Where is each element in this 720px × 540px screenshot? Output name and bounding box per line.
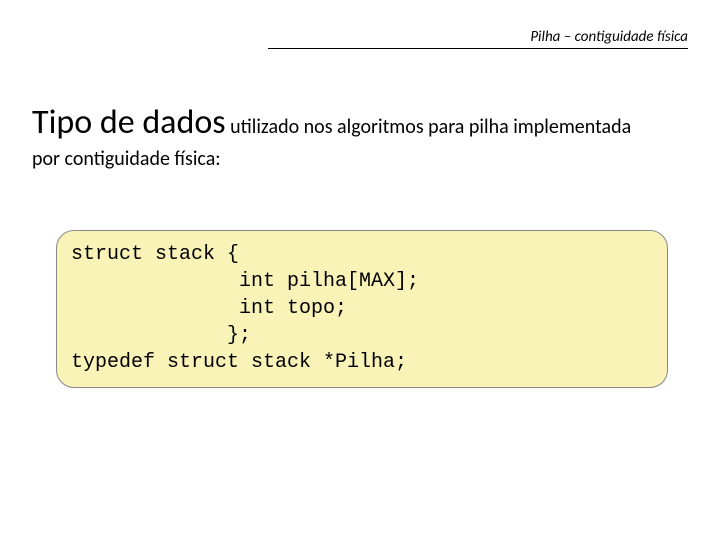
slide-header-title: Pilha – contiguidade física — [268, 28, 688, 46]
code-line-3: int topo; — [71, 297, 347, 320]
body-paragraph: Tipo de dados utilizado nos algoritmos p… — [32, 100, 704, 173]
code-line-2: int pilha[MAX]; — [71, 270, 419, 293]
body-emphasis: Tipo de dados — [32, 102, 226, 143]
slide: Pilha – contiguidade física Tipo de dado… — [0, 0, 720, 540]
slide-header: Pilha – contiguidade física — [268, 28, 688, 49]
code-line-1: struct stack { — [71, 243, 239, 266]
code-box: struct stack { int pilha[MAX]; int topo;… — [56, 230, 668, 388]
code-line-4: }; — [71, 324, 251, 347]
code-line-5: typedef struct stack *Pilha; — [71, 351, 407, 374]
body-rest-line1: utilizado nos algoritmos para pilha impl… — [226, 115, 632, 139]
body-line2: por contiguidade física: — [32, 147, 221, 171]
